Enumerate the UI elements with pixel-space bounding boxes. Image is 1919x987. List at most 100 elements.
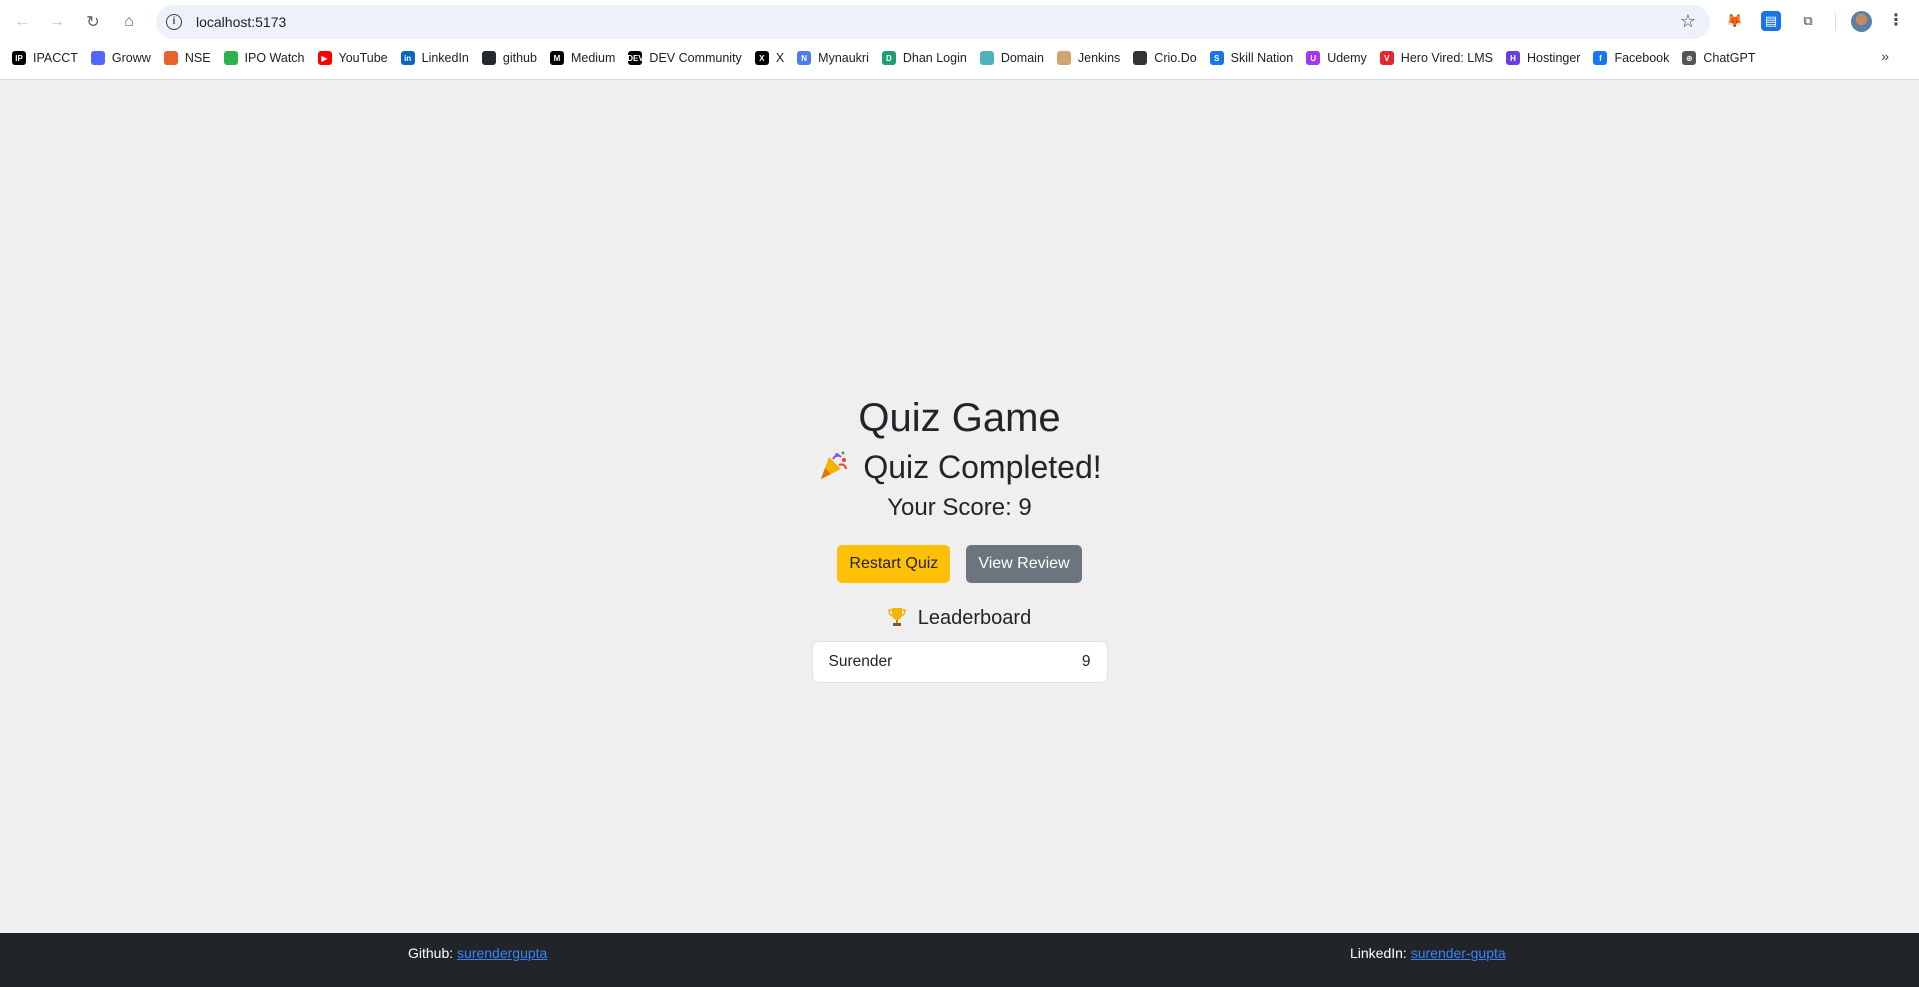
bookmark-label: Jenkins [1077,51,1121,65]
bookmark-label: NSE [184,51,211,65]
medium-icon: M [549,51,564,65]
bookmark-item[interactable]: Domain [979,51,1044,65]
bookmark-label: Medium [570,51,616,65]
toolbar-divider [1835,13,1836,31]
bookmark-item[interactable]: M Medium [549,51,616,65]
home-icon[interactable]: ⌂ [117,10,141,34]
completed-heading: Quiz Completed! [0,447,1919,487]
bookmark-label: Dhan Login [902,51,967,65]
player-name: Surender [828,653,893,670]
bookmark-label: YouTube [338,51,388,65]
chatgpt-icon: ⊛ [1682,51,1697,65]
leaderboard-list: Surender 9 [811,641,1108,683]
browser-chrome: ← → ↻ ⌂ i localhost:5173 ☆ 🦊 ▤ ⧉ ⋮ IP IPA… [0,0,1919,80]
udemy-icon: U [1306,51,1321,65]
bookmark-item[interactable]: U Udemy [1306,51,1367,65]
bookmark-label: Facebook [1614,51,1670,65]
bookmark-label: LinkedIn [421,51,469,65]
bookmark-label: Hostinger [1526,51,1581,65]
bookmark-label: X [775,51,785,65]
bookmark-label: Udemy [1327,51,1367,65]
leaderboard-heading: Leaderboard [0,605,1919,631]
bookmark-item[interactable]: IP IPACCT [12,51,78,65]
forward-arrow-icon[interactable]: → [45,10,69,34]
action-buttons: Restart Quiz View Review [0,545,1919,583]
footer-linkedin: LinkedIn: surender-gupta [1350,945,1506,961]
bookmark-item[interactable]: IPO Watch [223,51,305,65]
bookmarks-overflow-icon[interactable]: » [1881,48,1889,64]
facebook-icon: f [1593,51,1608,65]
bookmark-label: Hero Vired: LMS [1400,51,1493,65]
extensions-puzzle-icon[interactable]: ⧉ [1798,11,1818,31]
browser-toolbar: ← → ↻ ⌂ i localhost:5173 ☆ 🦊 ▤ ⧉ ⋮ [0,0,1919,44]
bookmark-item[interactable]: XX [754,51,785,65]
address-bar[interactable]: i localhost:5173 ☆ [156,5,1710,39]
bookmark-item[interactable]: f Facebook [1593,51,1669,65]
quiz-result-panel: Quiz Game Quiz Completed! Your Score: 9 … [0,393,1919,683]
trophy-icon [887,607,906,627]
profile-avatar[interactable] [1851,11,1872,32]
site-info-icon[interactable]: i [166,14,182,30]
github-link[interactable]: surendergupta [457,945,547,961]
hero-vired-icon: V [1379,51,1394,65]
restart-quiz-button[interactable]: Restart Quiz [837,545,951,583]
app-root: Quiz Game Quiz Completed! Your Score: 9 … [0,80,1919,933]
mynaukri-icon: N [797,51,812,65]
domain-icon [979,51,994,65]
bookmark-item[interactable]: ⊛ ChatGPT [1682,51,1755,65]
bookmark-label: Groww [111,51,151,65]
bookmarks-bar: IP IPACCT Groww NSE IPO Watch ▶ YouTube in Linke… [0,46,1919,70]
bookmark-item[interactable]: github [481,51,537,65]
bookmark-item[interactable]: D Dhan Login [881,51,967,65]
dhan-icon: D [881,51,896,65]
bookmark-label: Mynaukri [818,51,869,65]
bookmark-star-icon[interactable]: ☆ [1680,11,1696,32]
bookmark-label: Skill Nation [1230,51,1294,65]
linkedin-icon: in [400,51,415,65]
github-label: Github: [408,945,454,961]
github-icon [481,51,496,65]
bookmark-item[interactable]: ▶ YouTube [317,51,388,65]
groww-icon [90,51,105,65]
linkedin-link[interactable]: surender-gupta [1411,945,1506,961]
bookmark-item[interactable]: S Skill Nation [1209,51,1294,65]
bookmark-label: IPACCT [33,51,78,65]
bookmark-item[interactable]: Crio.Do [1133,51,1197,65]
ipacct-icon: IP [12,51,26,65]
jenkins-icon [1056,51,1071,65]
leaderboard-row: Surender 9 [813,642,1107,682]
page-title: Quiz Game [858,396,1061,440]
extension-icon[interactable]: ▤ [1761,11,1781,31]
bookmark-label: IPO Watch [244,51,305,65]
bookmark-item[interactable]: Jenkins [1056,51,1121,65]
bookmark-label: DEV Community [649,51,742,65]
bookmark-item[interactable]: in LinkedIn [400,51,469,65]
bookmark-item[interactable]: V Hero Vired: LMS [1379,51,1493,65]
player-score: 9 [1081,653,1091,670]
reload-icon[interactable]: ↻ [81,10,105,34]
x-icon: X [754,51,769,65]
leaderboard-title: Leaderboard [917,607,1032,629]
footer-github: Github: surendergupta [408,945,547,961]
back-arrow-icon[interactable]: ← [10,10,34,34]
url-text[interactable]: localhost:5173 [196,14,286,30]
footer: Github: surendergupta LinkedIn: surender… [0,933,1919,987]
bookmark-item[interactable]: H Hostinger [1505,51,1581,65]
score-text: Your Score: 9 [887,494,1032,521]
bookmark-item[interactable]: DEV DEV Community [627,51,742,65]
bookmark-label: github [502,51,537,65]
view-review-button[interactable]: View Review [966,545,1082,583]
completed-heading-text: Quiz Completed! [863,449,1102,485]
bookmark-label: Crio.Do [1154,51,1197,65]
bookmark-label: Domain [1000,51,1044,65]
bookmark-item[interactable]: N Mynaukri [797,51,869,65]
nse-icon [163,51,178,65]
menu-kebab-icon[interactable]: ⋮ [1888,10,1904,30]
bookmark-label: ChatGPT [1703,51,1756,65]
dev-icon: DEV [627,51,644,65]
ipo-watch-icon [223,51,238,65]
metamask-extension-icon[interactable]: 🦊 [1725,11,1745,31]
bookmark-item[interactable]: Groww [90,51,151,65]
hostinger-icon: H [1505,51,1520,65]
bookmark-item[interactable]: NSE [163,51,211,65]
